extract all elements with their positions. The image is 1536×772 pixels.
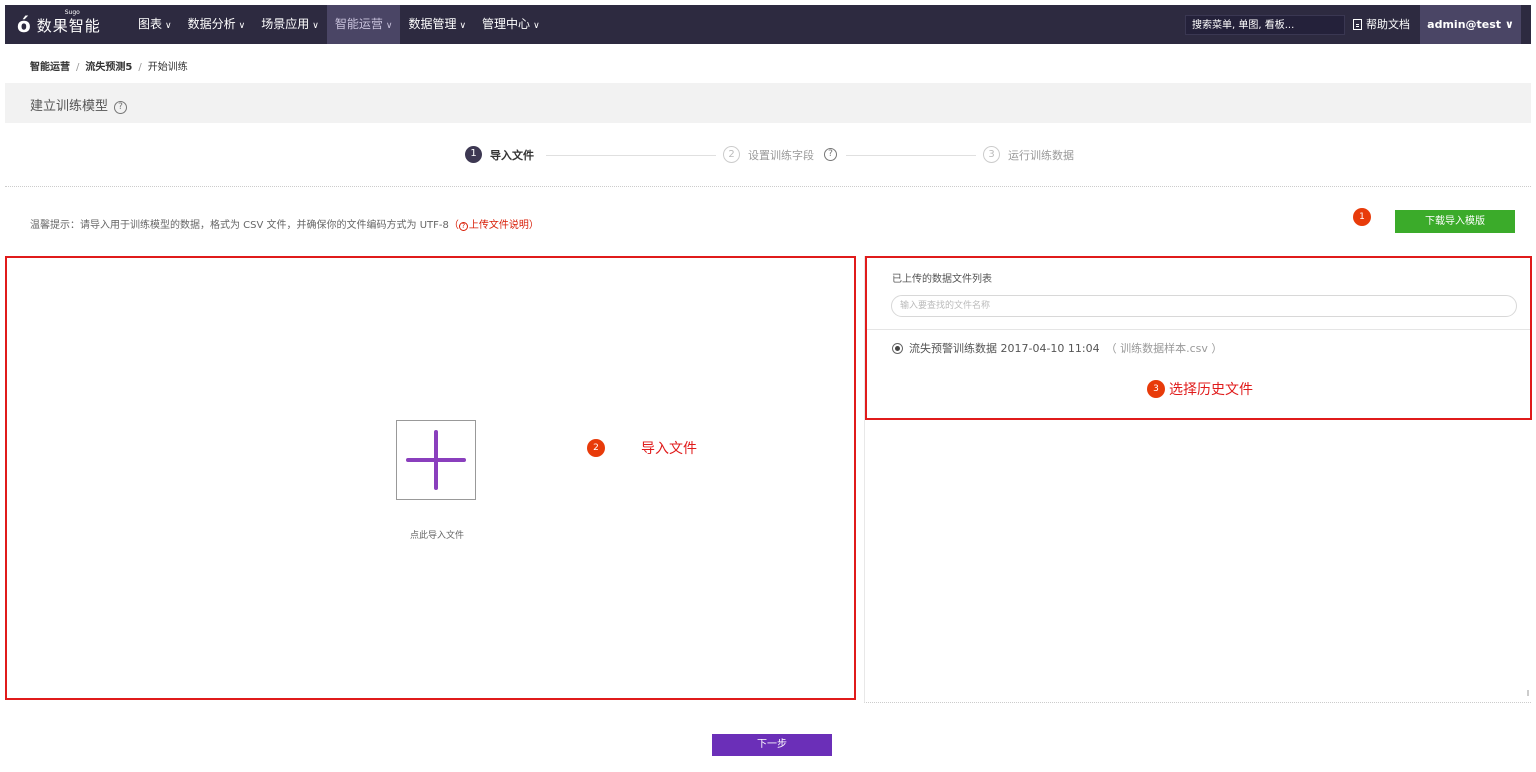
nav-item-label: 智能运营 [334, 17, 383, 31]
logo-text-label: 数果智能 [36, 16, 101, 35]
file-list-title: 已上传的数据文件列表 [892, 274, 992, 285]
breadcrumb-separator: / [76, 62, 80, 73]
breadcrumb-current: 开始训练 [147, 62, 188, 73]
help-icon[interactable]: ? [114, 101, 128, 114]
step-number: 2 [723, 146, 740, 163]
annotation-badge-3: 3 [1147, 380, 1165, 398]
breadcrumb-item[interactable]: 智能运营 [30, 62, 70, 73]
uploaded-files-panel: 已上传的数据文件列表 流失预警训练数据 2017-04-10 11:04 （ 训… [865, 256, 1532, 420]
nav-item-label: 数据分析 [187, 17, 236, 31]
step-label: 导入文件 [490, 148, 534, 162]
page-title-bar: 建立训练模型? [5, 83, 1531, 123]
next-step-button[interactable]: 下一步 [712, 734, 832, 756]
menu-search-input[interactable] [1185, 15, 1345, 35]
nav-item-charts[interactable]: 图表 ∨ [130, 5, 180, 44]
breadcrumb-item[interactable]: 流失预测5 [85, 62, 132, 73]
plus-icon [434, 430, 438, 490]
annotation-label-history: 选择历史文件 [1169, 382, 1253, 398]
step-number: 3 [983, 146, 1000, 163]
hint-prefix: 温馨提示：请导入用于训练模型的数据，格式为 CSV 文件，并确保你的文件编码方式… [30, 220, 449, 231]
nav-item-label: 场景应用 [261, 17, 310, 31]
hint-paren: ） [528, 220, 539, 231]
document-icon [1353, 19, 1362, 30]
section-divider [5, 186, 1531, 187]
nav-item-label: 管理中心 [482, 17, 531, 31]
nav-item-label: 数据管理 [408, 17, 457, 31]
upload-guide-link[interactable]: ? 上传文件说明 [458, 220, 529, 231]
annotation-label-import: 导入文件 [641, 441, 697, 457]
divider [867, 329, 1530, 330]
hint-text: 温馨提示：请导入用于训练模型的数据，格式为 CSV 文件，并确保你的文件编码方式… [30, 216, 539, 231]
user-menu[interactable]: admin@test ∨ [1420, 5, 1521, 44]
main-nav: 图表 ∨ 数据分析 ∨ 场景应用 ∨ 智能运营 ∨ 数据管理 ∨ 管理中心 ∨ [130, 5, 548, 44]
logo-small-text: Sugo [64, 8, 80, 16]
chevron-down-icon: ∨ [238, 21, 246, 31]
scrollbar[interactable] [1527, 690, 1529, 696]
upload-guide-label: 上传文件说明 [468, 220, 529, 231]
page-title-text: 建立训练模型 [30, 99, 109, 114]
radio-selected-icon[interactable] [892, 342, 903, 354]
step-label: 设置训练字段 [748, 148, 814, 162]
help-icon[interactable]: ? [824, 148, 837, 161]
file-list-item[interactable]: 流失预警训练数据 2017-04-10 11:04 （ 训练数据样本.csv ） [892, 340, 1222, 356]
step-connector [846, 155, 976, 156]
upload-hint: 点此导入文件 [409, 531, 464, 541]
top-navbar: ó 数果智能 Sugo 图表 ∨ 数据分析 ∨ 场景应用 ∨ 智能运营 ∨ 数据管理 ∨ … [5, 5, 1531, 44]
nav-item-label: 图表 [138, 17, 163, 31]
chevron-down-icon: ∨ [533, 21, 540, 31]
hint-paren: （ [448, 220, 459, 231]
nav-item-data-management[interactable]: 数据管理 ∨ [400, 5, 474, 44]
file-search-input[interactable] [891, 295, 1517, 317]
help-docs-link[interactable]: 帮助文档 [1353, 5, 1410, 44]
help-icon: ? [458, 222, 468, 231]
file-source: （ 训练数据样本.csv ） [1105, 342, 1223, 355]
nav-item-scenarios[interactable]: 场景应用 ∨ [253, 5, 327, 44]
breadcrumb: 智能运营 / 流失预测5 / 开始训练 [30, 58, 188, 73]
logo-mark-icon: ó [17, 13, 31, 37]
upload-file-button[interactable] [396, 420, 476, 500]
download-template-button[interactable]: 下载导入模版 [1395, 210, 1515, 233]
file-name: 流失预警训练数据 2017-04-10 11:04 [909, 342, 1100, 355]
nav-item-analysis[interactable]: 数据分析 ∨ [180, 5, 254, 44]
breadcrumb-separator: / [138, 62, 142, 73]
step-label: 运行训练数据 [1008, 148, 1074, 162]
step-set-fields: 2 设置训练字段 ? [723, 146, 837, 163]
help-docs-label: 帮助文档 [1366, 18, 1410, 31]
nav-item-admin-center[interactable]: 管理中心 ∨ [474, 5, 548, 44]
upload-area: 点此导入文件 2 导入文件 [5, 256, 856, 700]
step-number: 1 [465, 146, 482, 163]
nav-item-smart-ops[interactable]: 智能运营 ∨ [326, 5, 401, 44]
annotation-select-history: 3 选择历史文件 [1147, 379, 1253, 399]
step-connector [546, 155, 716, 156]
step-import-file: 1 导入文件 [465, 146, 534, 163]
chevron-down-icon: ∨ [385, 21, 393, 31]
annotation-badge-1: 1 [1353, 208, 1371, 226]
page-title: 建立训练模型? [30, 95, 128, 114]
chevron-down-icon: ∨ [165, 21, 172, 31]
chevron-down-icon: ∨ [312, 21, 319, 31]
step-run-training: 3 运行训练数据 [983, 146, 1074, 163]
brand-logo[interactable]: ó 数果智能 Sugo [17, 9, 101, 38]
chevron-down-icon: ∨ [459, 21, 467, 31]
annotation-badge-2: 2 [587, 439, 605, 457]
logo-text: 数果智能 Sugo [36, 9, 101, 36]
